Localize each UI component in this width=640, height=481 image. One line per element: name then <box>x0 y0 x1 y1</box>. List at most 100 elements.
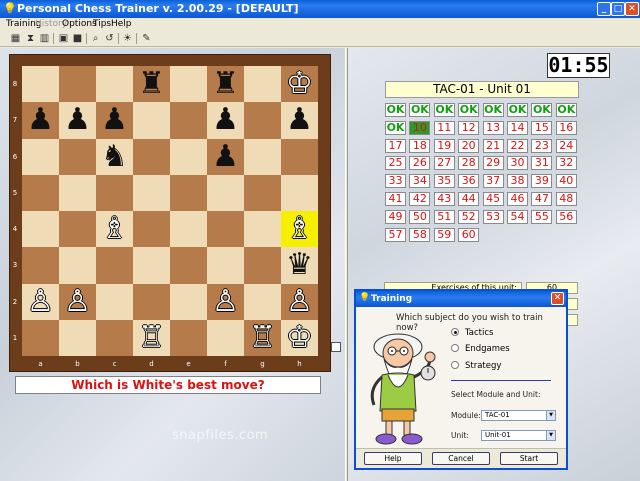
board-square-a1[interactable] <box>22 319 59 356</box>
edit-icon[interactable]: ✎ <box>140 32 153 45</box>
exercise-cell[interactable]: OK <box>507 103 528 117</box>
save-icon[interactable]: ■ <box>71 32 84 45</box>
board-square-g5[interactable] <box>244 174 281 211</box>
exercise-cell[interactable]: 17 <box>385 138 406 153</box>
board-square-e4[interactable] <box>170 211 207 248</box>
board-square-f1[interactable] <box>207 319 244 356</box>
bulb-icon[interactable]: ☀ <box>121 32 134 45</box>
white-pawn-piece[interactable]: ♙ <box>281 284 318 320</box>
exercise-cell[interactable]: 25 <box>385 156 406 171</box>
reset-icon[interactable]: ↺ <box>103 32 116 45</box>
exercise-cell[interactable]: 27 <box>433 156 455 171</box>
board-square-g2[interactable] <box>244 283 281 320</box>
board-square-a6[interactable] <box>22 138 59 175</box>
chevron-down-icon[interactable]: ▼ <box>546 431 555 440</box>
white-rook-piece[interactable]: ♖ <box>133 320 170 356</box>
white-bishop-piece[interactable]: ♗ <box>96 211 133 247</box>
exercise-cell[interactable]: 10 <box>409 120 431 135</box>
exercise-cell[interactable]: 58 <box>409 227 431 242</box>
exercise-cell[interactable]: 55 <box>531 209 553 224</box>
exercise-cell[interactable]: 33 <box>385 174 406 189</box>
board-square-d3[interactable] <box>133 247 170 284</box>
radio-icon[interactable] <box>451 361 459 369</box>
unit-select[interactable]: Unit-01 ▼ <box>481 430 556 441</box>
menu-help[interactable]: Help <box>111 19 132 29</box>
module-select[interactable]: TAC-01 ▼ <box>481 410 556 421</box>
exercise-cell[interactable]: 37 <box>482 174 504 189</box>
exercise-cell[interactable]: 47 <box>531 192 553 206</box>
radio-strategy[interactable]: Strategy <box>451 361 501 371</box>
board-square-a3[interactable] <box>22 247 59 284</box>
exercise-cell[interactable]: OK <box>409 103 431 117</box>
board-square-d6[interactable] <box>133 138 170 175</box>
exercise-cell[interactable]: 36 <box>458 174 480 189</box>
radio-tactics[interactable]: Tactics <box>451 328 493 338</box>
board-square-f5[interactable] <box>207 174 244 211</box>
exercise-cell[interactable]: 22 <box>507 138 528 153</box>
exercise-cell[interactable]: 46 <box>507 192 528 206</box>
board-square-d2[interactable] <box>133 283 170 320</box>
board-square-c3[interactable] <box>96 247 133 284</box>
exercise-cell[interactable]: 45 <box>482 192 504 206</box>
exercise-cell[interactable]: OK <box>433 103 455 117</box>
board-square-d5[interactable] <box>133 174 170 211</box>
board-square-a8[interactable] <box>22 66 59 103</box>
exercise-cell[interactable]: 19 <box>433 138 455 153</box>
exercise-cell[interactable]: 21 <box>482 138 504 153</box>
board-square-e7[interactable] <box>170 102 207 139</box>
board-square-a5[interactable] <box>22 174 59 211</box>
exercise-cell[interactable]: 16 <box>555 120 577 135</box>
board-square-d7[interactable] <box>133 102 170 139</box>
board-square-h5[interactable] <box>281 174 318 211</box>
minimize-button[interactable]: _ <box>597 2 611 16</box>
exercise-cell[interactable]: 44 <box>458 192 480 206</box>
white-pawn-piece[interactable]: ♙ <box>22 284 59 320</box>
exercise-cell[interactable]: 34 <box>409 174 431 189</box>
window-icon[interactable]: ▣ <box>57 32 70 45</box>
white-bishop-piece[interactable]: ♗ <box>281 211 318 247</box>
board-square-g3[interactable] <box>244 247 281 284</box>
board-square-g7[interactable] <box>244 102 281 139</box>
board-square-a4[interactable] <box>22 211 59 248</box>
board-square-e8[interactable] <box>170 66 207 103</box>
exercise-cell[interactable]: 28 <box>458 156 480 171</box>
exercise-cell[interactable]: 23 <box>531 138 553 153</box>
exercise-cell[interactable]: 57 <box>385 227 406 242</box>
stats-icon[interactable]: ▥ <box>38 32 51 45</box>
board-square-e5[interactable] <box>170 174 207 211</box>
board-square-g4[interactable] <box>244 211 281 248</box>
grid-icon[interactable]: ▦ <box>9 32 22 45</box>
white-king-piece[interactable]: ♔ <box>281 66 318 102</box>
chevron-down-icon[interactable]: ▼ <box>546 411 555 420</box>
board-square-e1[interactable] <box>170 319 207 356</box>
black-pawn-piece[interactable]: ♟ <box>281 102 318 138</box>
white-pawn-piece[interactable]: ♙ <box>59 284 96 320</box>
exercise-cell[interactable]: 31 <box>531 156 553 171</box>
board-square-g6[interactable] <box>244 138 281 175</box>
exercise-cell[interactable]: 56 <box>555 209 577 224</box>
exercise-cell[interactable]: 48 <box>555 192 577 206</box>
exercise-cell[interactable]: 39 <box>531 174 553 189</box>
exercise-cell[interactable]: 42 <box>409 192 431 206</box>
exercise-cell[interactable]: 32 <box>555 156 577 171</box>
board-square-b8[interactable] <box>59 66 96 103</box>
black-pawn-piece[interactable]: ♟ <box>22 102 59 138</box>
board-square-b5[interactable] <box>59 174 96 211</box>
exercise-cell[interactable]: 11 <box>433 120 455 135</box>
board-square-d4[interactable] <box>133 211 170 248</box>
exercise-cell[interactable]: 52 <box>458 209 480 224</box>
white-rook-piece[interactable]: ♖ <box>244 320 281 356</box>
exercise-cell[interactable]: OK <box>458 103 480 117</box>
black-queen-piece[interactable]: ♛ <box>281 247 318 283</box>
exercise-cell[interactable]: 15 <box>531 120 553 135</box>
black-pawn-piece[interactable]: ♟ <box>207 102 244 138</box>
black-rook-piece[interactable]: ♜ <box>207 66 244 102</box>
board-square-h6[interactable] <box>281 138 318 175</box>
hourglass-icon[interactable]: ⧗ <box>24 32 37 45</box>
board-square-c2[interactable] <box>96 283 133 320</box>
exercise-cell[interactable]: 60 <box>458 227 480 242</box>
exercise-cell[interactable]: 41 <box>385 192 406 206</box>
exercise-cell[interactable]: 50 <box>409 209 431 224</box>
exercise-cell[interactable]: OK <box>385 120 406 135</box>
black-pawn-piece[interactable]: ♟ <box>96 102 133 138</box>
